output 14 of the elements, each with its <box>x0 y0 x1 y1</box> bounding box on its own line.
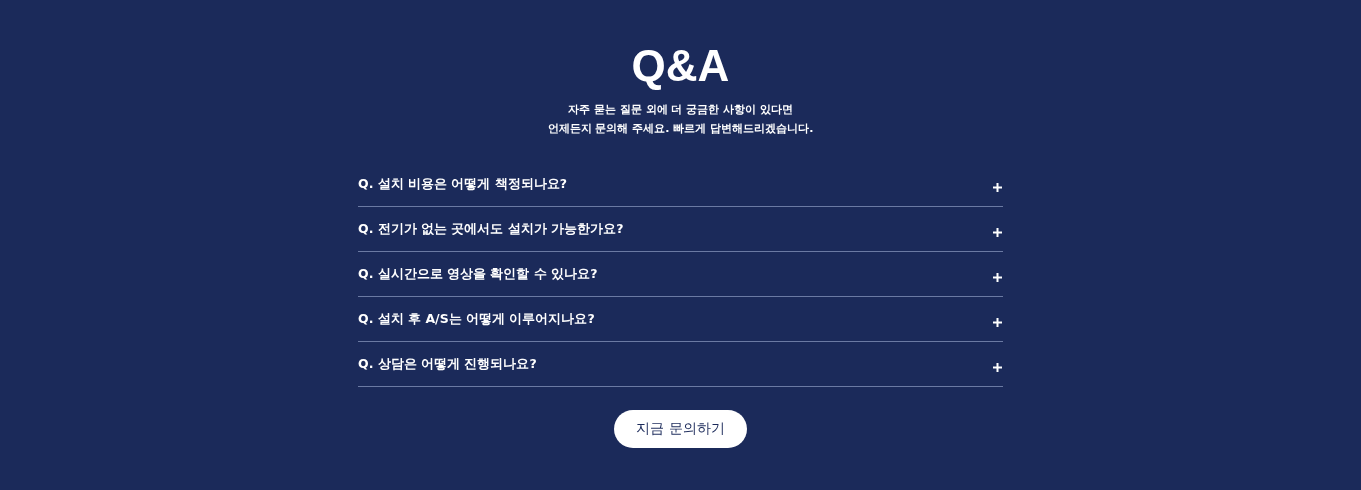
faq-item[interactable]: Q. 설치 후 A/S는 어떻게 이루어지나요? <box>358 297 1003 342</box>
faq-item[interactable]: Q. 실시간으로 영상을 확인할 수 있나요? <box>358 252 1003 297</box>
faq-item[interactable]: Q. 상담은 어떻게 진행되나요? <box>358 342 1003 387</box>
question-text: Q. 실시간으로 영상을 확인할 수 있나요? <box>358 265 598 283</box>
question-text: Q. 상담은 어떻게 진행되나요? <box>358 355 537 373</box>
faq-item[interactable]: Q. 설치 비용은 어떻게 책정되나요? <box>358 162 1003 207</box>
section-title: Q&A <box>631 42 730 90</box>
question-text: Q. 전기가 없는 곳에서도 설치가 가능한가요? <box>358 220 624 238</box>
question-text: Q. 설치 후 A/S는 어떻게 이루어지나요? <box>358 310 595 328</box>
subtitle-text: 언제든지 문의해 주세요. 빠르게 답변해드리겠습니다. <box>547 121 814 137</box>
subtitle-text: 자주 묻는 질문 외에 더 궁금한 사항이 있다면 <box>568 102 793 118</box>
contact-button[interactable]: 지금 문의하기 <box>614 410 747 448</box>
faq-item[interactable]: Q. 전기가 없는 곳에서도 설치가 가능한가요? <box>358 207 1003 252</box>
question-text: Q. 설치 비용은 어떻게 책정되나요? <box>358 175 568 193</box>
